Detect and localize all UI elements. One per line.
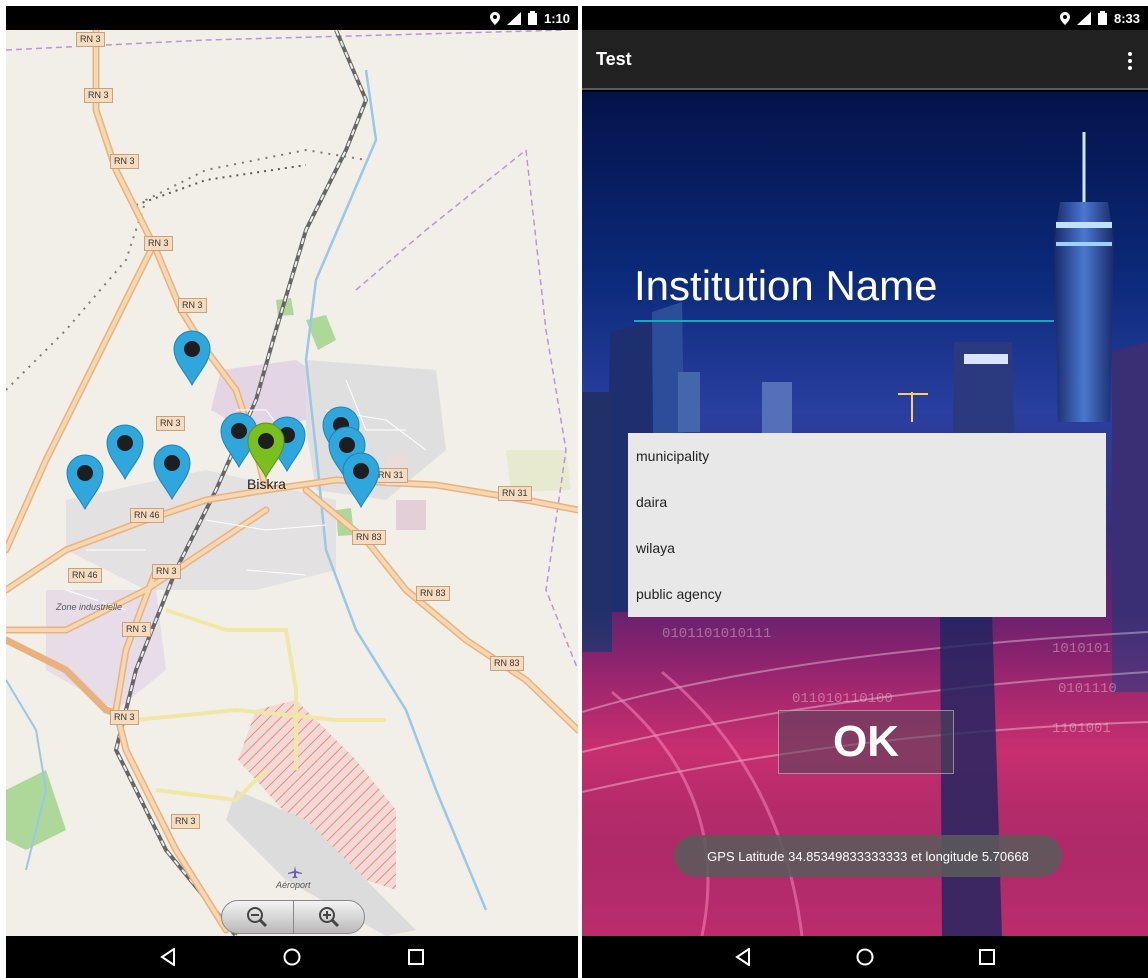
svg-text:1101001: 1101001	[1052, 721, 1111, 737]
home-button[interactable]	[845, 937, 885, 977]
status-bar: 8:33	[582, 6, 1148, 30]
battery-icon	[527, 11, 537, 25]
map-marker-icon[interactable]	[153, 444, 191, 500]
svg-text:0101101010111: 0101101010111	[662, 626, 771, 642]
battery-icon	[1097, 11, 1107, 25]
road-label: RN 83	[490, 656, 524, 671]
institution-name-field[interactable]	[634, 252, 1054, 322]
menu-item-daira[interactable]: daira	[628, 479, 1106, 525]
signal-icon	[1076, 11, 1091, 25]
back-icon	[735, 948, 750, 966]
road-label: RN 3	[144, 236, 173, 251]
ok-button[interactable]: OK	[778, 710, 954, 774]
road-label: RN 3	[178, 298, 207, 313]
map-view[interactable]: RN 3 RN 3 RN 3 RN 3 RN 3 RN 3 RN 3 RN 3 …	[6, 30, 578, 936]
road-label: RN 3	[76, 32, 105, 47]
app-content: 1010101 0101110 1101001 0101101010111 01…	[582, 92, 1148, 936]
institution-type-dropdown: municipality daira wilaya public agency	[628, 433, 1106, 617]
map-screen: 1:10 RN 3 RN 3 RN 3 RN 3 RN 3 RN 3 RN 3 …	[6, 6, 578, 978]
road-label: RN 83	[352, 530, 386, 545]
status-bar: 1:10	[6, 6, 578, 30]
zoom-in-icon	[318, 907, 339, 928]
svg-text:011010110100: 011010110100	[792, 691, 893, 707]
road-label: RN 3	[152, 564, 181, 579]
navigation-bar	[6, 936, 578, 978]
road-label: RN 3	[171, 814, 200, 829]
map-marker-icon[interactable]	[173, 330, 211, 386]
road-label: RN 46	[68, 568, 102, 583]
road-label: RN 3	[122, 622, 151, 637]
app-screen: 8:33 Test 1010101 0101110 1101001 010110…	[582, 6, 1148, 978]
ok-button-label: OK	[833, 717, 899, 766]
overflow-menu-icon[interactable]	[1122, 50, 1138, 72]
svg-text:0101110: 0101110	[1058, 681, 1117, 697]
road-label: RN 3	[110, 154, 139, 169]
zoom-in-button[interactable]	[294, 901, 365, 933]
svg-text:1010101: 1010101	[1052, 641, 1111, 657]
status-time: 1:10	[543, 10, 570, 26]
navigation-bar	[582, 936, 1148, 978]
location-icon	[1059, 11, 1070, 25]
home-icon	[856, 948, 874, 966]
map-marker-icon[interactable]	[66, 454, 104, 510]
zoom-out-icon	[247, 907, 268, 928]
status-time: 8:33	[1113, 10, 1140, 26]
back-button[interactable]	[148, 937, 188, 977]
road-label: RN 3	[84, 88, 113, 103]
location-icon	[489, 11, 500, 25]
industrial-zone-label: Zone industrielle	[56, 602, 123, 612]
selected-marker-icon[interactable]	[247, 422, 285, 478]
signal-icon	[506, 11, 521, 25]
road-label: RN 46	[130, 508, 164, 523]
home-icon	[283, 948, 301, 966]
map-marker-icon[interactable]	[106, 424, 144, 480]
menu-item-public-agency[interactable]: public agency	[628, 571, 1106, 617]
road-label: RN 31	[498, 486, 532, 501]
app-title: Test	[596, 48, 632, 69]
back-button[interactable]	[723, 937, 763, 977]
menu-item-wilaya[interactable]: wilaya	[628, 525, 1106, 571]
menu-item-municipality[interactable]: municipality	[628, 433, 1106, 479]
road-label: RN 3	[110, 710, 139, 725]
app-bar: Test	[582, 30, 1148, 90]
road-label: RN 3	[156, 416, 185, 431]
gps-toast: GPS Latitude 34.85349833333333 et longit…	[674, 835, 1062, 877]
zoom-out-button[interactable]	[222, 901, 293, 933]
city-label: Biskra	[247, 476, 286, 492]
road-label: RN 83	[416, 586, 450, 601]
recents-icon	[408, 949, 424, 965]
map-marker-icon[interactable]	[342, 452, 380, 508]
zoom-controls	[221, 900, 365, 934]
airport-label: Aéroport	[276, 880, 311, 890]
home-button[interactable]	[272, 937, 312, 977]
recents-button[interactable]	[396, 937, 436, 977]
back-icon	[160, 948, 175, 966]
recents-icon	[979, 949, 995, 965]
airport-icon	[288, 866, 302, 878]
recents-button[interactable]	[967, 937, 1007, 977]
